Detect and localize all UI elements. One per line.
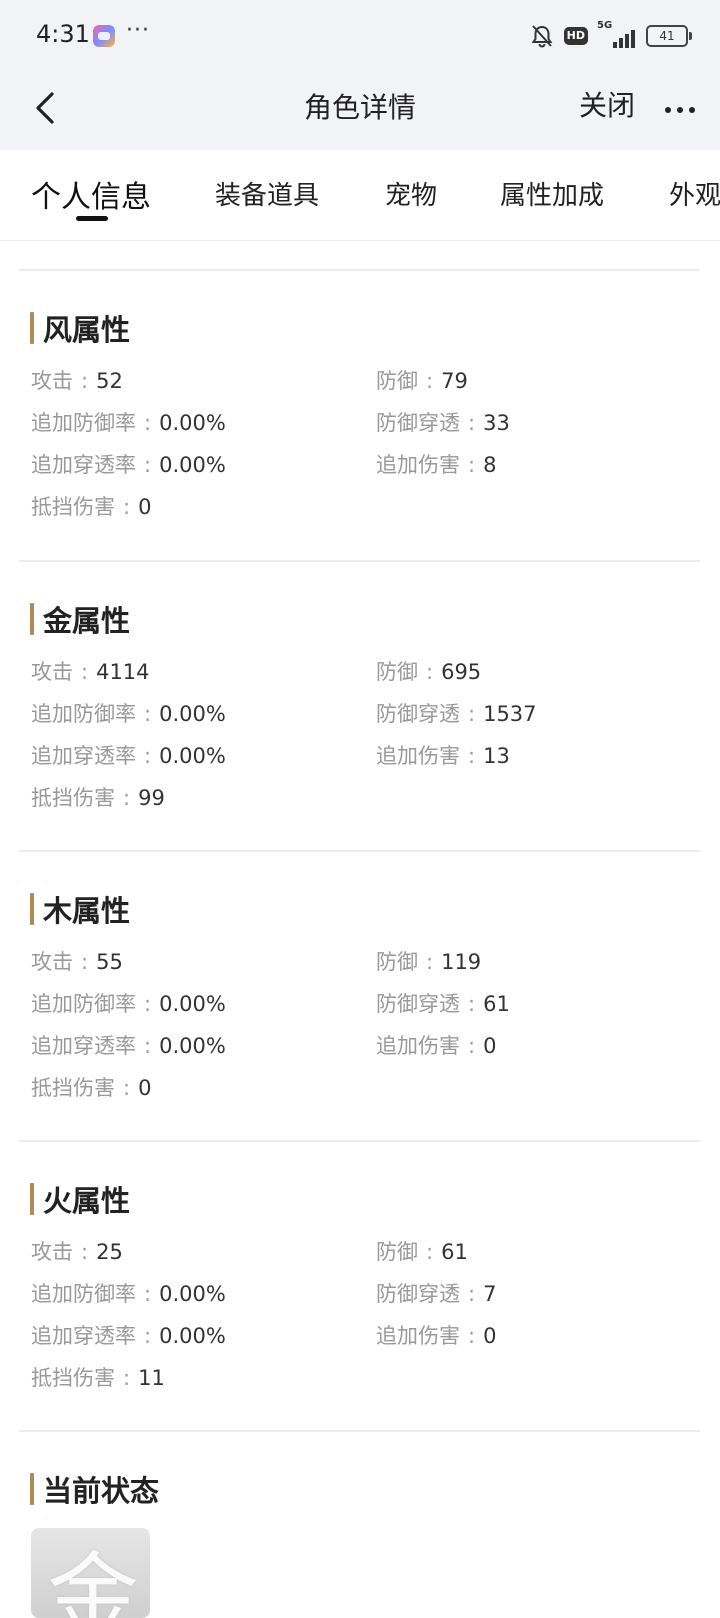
stat-penetration: 防御穿透:7 bbox=[376, 1282, 497, 1306]
close-button[interactable]: 关闭 bbox=[579, 84, 635, 124]
stat-attack: 攻击:25 bbox=[31, 1240, 123, 1264]
stat-defense-rate: 追加防御率:0.00% bbox=[31, 411, 226, 435]
stat-defense: 防御:61 bbox=[376, 1240, 468, 1264]
nav-bar: 角色详情 关闭 bbox=[0, 72, 720, 150]
tab-equipment[interactable]: 装备道具 bbox=[215, 175, 319, 212]
tab-pets[interactable]: 宠物 bbox=[385, 175, 437, 212]
stat-penetration-rate: 追加穿透率:0.00% bbox=[31, 744, 226, 768]
stat-penetration-rate: 追加穿透率:0.00% bbox=[31, 1034, 226, 1058]
more-notifications-icon: ··· bbox=[126, 18, 150, 43]
divider bbox=[19, 269, 700, 271]
stat-defense: 防御:695 bbox=[376, 660, 482, 684]
section-title: 木属性 bbox=[30, 889, 130, 929]
stat-penetration: 防御穿透:33 bbox=[376, 411, 510, 435]
status-effect-icon[interactable]: 金 bbox=[31, 1528, 150, 1618]
divider bbox=[19, 1140, 700, 1142]
divider bbox=[19, 1430, 700, 1432]
tab-bar: 个人信息 装备道具 宠物 属性加成 外观 bbox=[0, 150, 720, 241]
battery-icon: 41 bbox=[646, 25, 692, 47]
stat-extra-damage: 追加伤害:0 bbox=[376, 1034, 497, 1058]
accent-bar bbox=[30, 603, 34, 635]
hd-voice-icon: HD bbox=[563, 27, 588, 45]
stat-defense-rate: 追加防御率:0.00% bbox=[31, 702, 226, 726]
stat-defense-rate: 追加防御率:0.00% bbox=[31, 992, 226, 1016]
stat-block-damage: 抵挡伤害:99 bbox=[31, 786, 165, 810]
stat-extra-damage: 追加伤害:8 bbox=[376, 453, 497, 477]
section-title: 风属性 bbox=[30, 308, 130, 348]
active-tab-indicator bbox=[76, 216, 108, 221]
more-options-icon[interactable] bbox=[660, 84, 700, 120]
stat-penetration: 防御穿透:1537 bbox=[376, 702, 537, 726]
stat-penetration-rate: 追加穿透率:0.00% bbox=[31, 453, 226, 477]
tab-attribute-bonus[interactable]: 属性加成 bbox=[500, 175, 604, 212]
tab-personal-info[interactable]: 个人信息 bbox=[31, 172, 151, 216]
accent-bar bbox=[30, 1473, 34, 1505]
stat-defense: 防御:119 bbox=[376, 950, 482, 974]
accent-bar bbox=[30, 1183, 34, 1215]
stat-penetration-rate: 追加穿透率:0.00% bbox=[31, 1324, 226, 1348]
accent-bar bbox=[30, 893, 34, 925]
stat-block-damage: 抵挡伤害:11 bbox=[31, 1366, 165, 1390]
back-arrow-icon[interactable] bbox=[32, 86, 72, 130]
status-time: 4:31 bbox=[36, 20, 90, 48]
stat-attack: 攻击:52 bbox=[31, 369, 123, 393]
stat-defense: 防御:79 bbox=[376, 369, 468, 393]
stat-attack: 攻击:55 bbox=[31, 950, 123, 974]
tab-appearance[interactable]: 外观 bbox=[669, 175, 720, 212]
stat-penetration: 防御穿透:61 bbox=[376, 992, 510, 1016]
stat-extra-damage: 追加伤害:0 bbox=[376, 1324, 497, 1348]
muted-bell-icon bbox=[531, 25, 553, 48]
status-bar: 4:31 ··· HD 5G 41 bbox=[0, 0, 720, 72]
section-title: 金属性 bbox=[30, 599, 130, 639]
section-title: 火属性 bbox=[30, 1179, 130, 1219]
section-title: 当前状态 bbox=[30, 1469, 159, 1509]
stat-extra-damage: 追加伤害:13 bbox=[376, 744, 510, 768]
stat-block-damage: 抵挡伤害:0 bbox=[31, 495, 152, 519]
signal-icon: 5G bbox=[597, 20, 637, 48]
accent-bar bbox=[30, 312, 34, 344]
game-app-icon bbox=[93, 25, 115, 47]
divider bbox=[19, 560, 700, 562]
divider bbox=[19, 850, 700, 852]
stat-attack: 攻击:4114 bbox=[31, 660, 150, 684]
stat-defense-rate: 追加防御率:0.00% bbox=[31, 1282, 226, 1306]
stat-block-damage: 抵挡伤害:0 bbox=[31, 1076, 152, 1100]
